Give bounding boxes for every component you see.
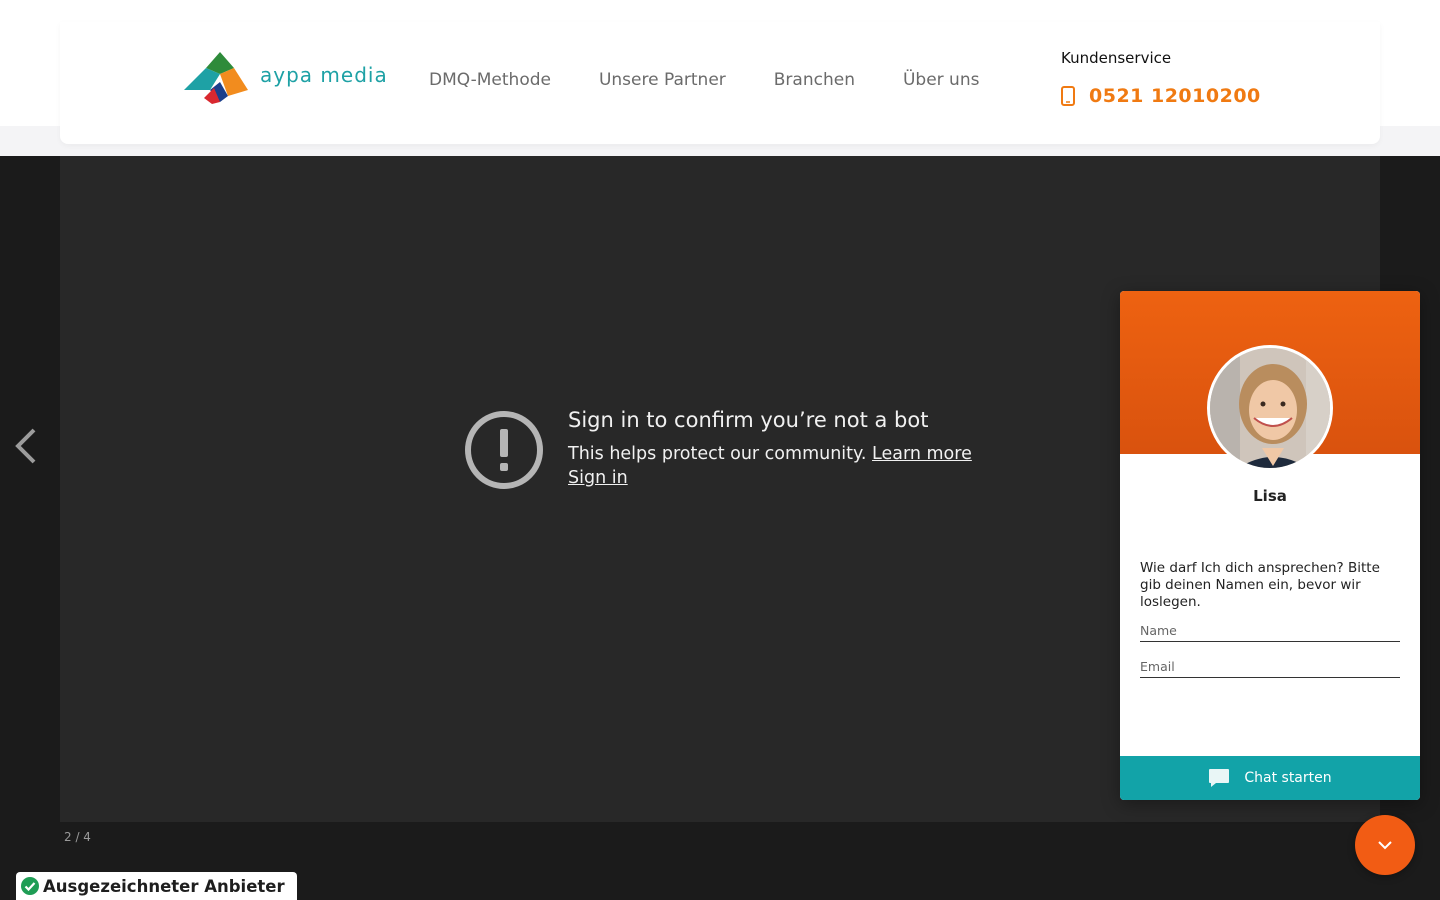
alert-circle-icon — [465, 411, 543, 489]
nav-item-unsere-partner[interactable]: Unsere Partner — [599, 70, 726, 90]
chevron-down-icon — [1378, 841, 1392, 850]
sign-in-link[interactable]: Sign in — [568, 468, 628, 488]
brand-name: aypa media — [260, 63, 388, 87]
customer-service-label: Kundenservice — [1061, 49, 1172, 67]
check-circle-icon — [21, 877, 39, 895]
nav-item-ueber-uns[interactable]: Über uns — [903, 70, 980, 90]
aypa-logo-icon — [184, 52, 248, 104]
chat-start-label: Chat starten — [1244, 770, 1332, 786]
nav-item-branchen[interactable]: Branchen — [774, 70, 855, 90]
site-header: aypa media DMQ-Methode Unsere Partner Br… — [60, 22, 1380, 144]
agent-name: Lisa — [1253, 487, 1287, 505]
phone-icon — [1061, 86, 1075, 106]
agent-avatar — [1207, 345, 1333, 471]
chat-widget: Lisa Wie darf Ich dich ansprechen? Bitte… — [1120, 291, 1420, 800]
chat-message: Wie darf Ich dich ansprechen? Bitte gib … — [1140, 560, 1380, 610]
bot-check-description: This helps protect our community. Learn … — [568, 444, 972, 464]
nav-item-dmq-methode[interactable]: DMQ-Methode — [429, 70, 551, 90]
chevron-left-icon[interactable] — [12, 426, 42, 466]
name-field[interactable] — [1140, 620, 1400, 642]
main-nav: DMQ-Methode Unsere Partner Branchen Über… — [429, 70, 979, 90]
chat-start-button[interactable]: Chat starten — [1120, 756, 1420, 800]
agent-photo — [1210, 348, 1330, 468]
bot-check-title: Sign in to confirm you’re not a bot — [568, 408, 929, 432]
slide-counter: 2 / 4 — [64, 830, 91, 844]
chat-toggle-button[interactable] — [1355, 815, 1415, 875]
email-field[interactable] — [1140, 656, 1400, 678]
phone-link[interactable]: 0521 12010200 — [1061, 85, 1261, 107]
header-wave — [1380, 0, 1440, 52]
brand-logo[interactable]: aypa media — [184, 52, 404, 106]
award-badge-label: Ausgezeichneter Anbieter — [43, 876, 285, 896]
award-badge[interactable]: Ausgezeichneter Anbieter — [16, 872, 297, 900]
learn-more-link[interactable]: Learn more — [872, 444, 972, 464]
chat-bubble-icon — [1209, 769, 1230, 787]
bot-check-text: This helps protect our community. — [568, 444, 867, 464]
phone-number: 0521 12010200 — [1089, 85, 1261, 107]
